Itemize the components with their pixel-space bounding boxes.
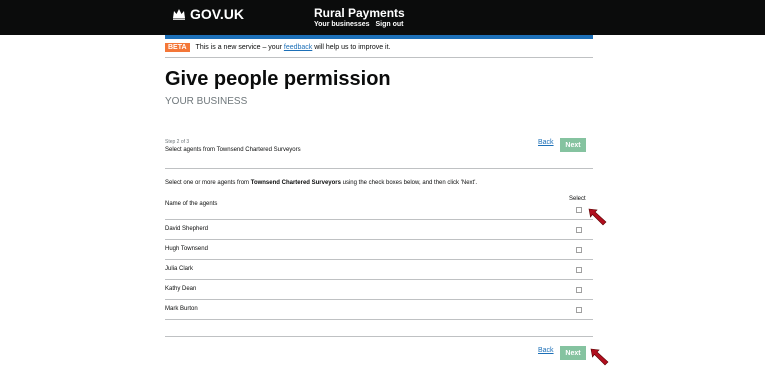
- agent-name: Hugh Townsend: [165, 246, 208, 252]
- back-link-top[interactable]: Back: [538, 139, 554, 146]
- select-all-checkbox[interactable]: [576, 207, 582, 213]
- feedback-link[interactable]: feedback: [284, 44, 312, 51]
- gov-uk-logo[interactable]: GOV.UK: [172, 6, 244, 22]
- instruction-text: Select one or more agents from Townsend …: [165, 180, 477, 186]
- divider: [165, 279, 593, 280]
- agent-name: Mark Burton: [165, 306, 198, 312]
- back-link-bottom[interactable]: Back: [538, 347, 554, 354]
- agent-name: David Shepherd: [165, 226, 209, 232]
- instruction-after: using the check boxes below, and then cl…: [342, 180, 478, 186]
- top-nav: Your businesses Sign out: [314, 21, 404, 28]
- divider: [165, 259, 593, 260]
- divider: [165, 168, 593, 169]
- column-header-name: Name of the agents: [165, 201, 218, 207]
- next-button-bottom[interactable]: Next: [560, 346, 586, 360]
- step-description: Select agents from Townsend Chartered Su…: [165, 147, 301, 153]
- next-button-top[interactable]: Next: [560, 138, 586, 152]
- annotation-arrow-icon: [590, 348, 609, 366]
- divider: [165, 319, 593, 320]
- beta-banner: BETA This is a new service – your feedba…: [165, 43, 391, 52]
- header-accent-bar: [165, 35, 593, 39]
- divider: [165, 57, 593, 58]
- step-indicator: Step 2 of 3: [165, 139, 190, 145]
- agent-checkbox-hugh-townsend[interactable]: [576, 247, 582, 253]
- instruction-business-name: Townsend Chartered Surveyors: [250, 180, 341, 186]
- agent-checkbox-david-shepherd[interactable]: [576, 227, 582, 233]
- beta-text-after: will help us to improve it.: [314, 44, 391, 51]
- annotation-arrow-icon: [588, 208, 607, 226]
- agent-checkbox-kathy-dean[interactable]: [576, 287, 582, 293]
- divider: [165, 299, 593, 300]
- page-title: Give people permission: [165, 68, 391, 90]
- divider: [165, 336, 593, 337]
- agent-name: Kathy Dean: [165, 286, 197, 292]
- nav-sign-out[interactable]: Sign out: [376, 21, 404, 28]
- agent-checkbox-mark-burton[interactable]: [576, 307, 582, 313]
- crown-icon: [173, 9, 185, 20]
- service-name[interactable]: Rural Payments: [314, 6, 405, 20]
- agent-name: Julia Clark: [165, 266, 194, 272]
- instruction-before: Select one or more agents from: [165, 180, 250, 186]
- column-header-select: Select: [569, 196, 586, 202]
- divider: [165, 219, 593, 220]
- agent-checkbox-julia-clark[interactable]: [576, 267, 582, 273]
- gov-uk-header: GOV.UK Rural Payments Your businesses Si…: [0, 0, 765, 35]
- nav-your-businesses[interactable]: Your businesses: [314, 21, 370, 28]
- divider: [165, 239, 593, 240]
- beta-text-before: This is a new service – your: [195, 44, 282, 51]
- page-subtitle: YOUR BUSINESS: [165, 96, 248, 107]
- beta-tag: BETA: [165, 43, 190, 52]
- logo-text: GOV.UK: [190, 6, 244, 22]
